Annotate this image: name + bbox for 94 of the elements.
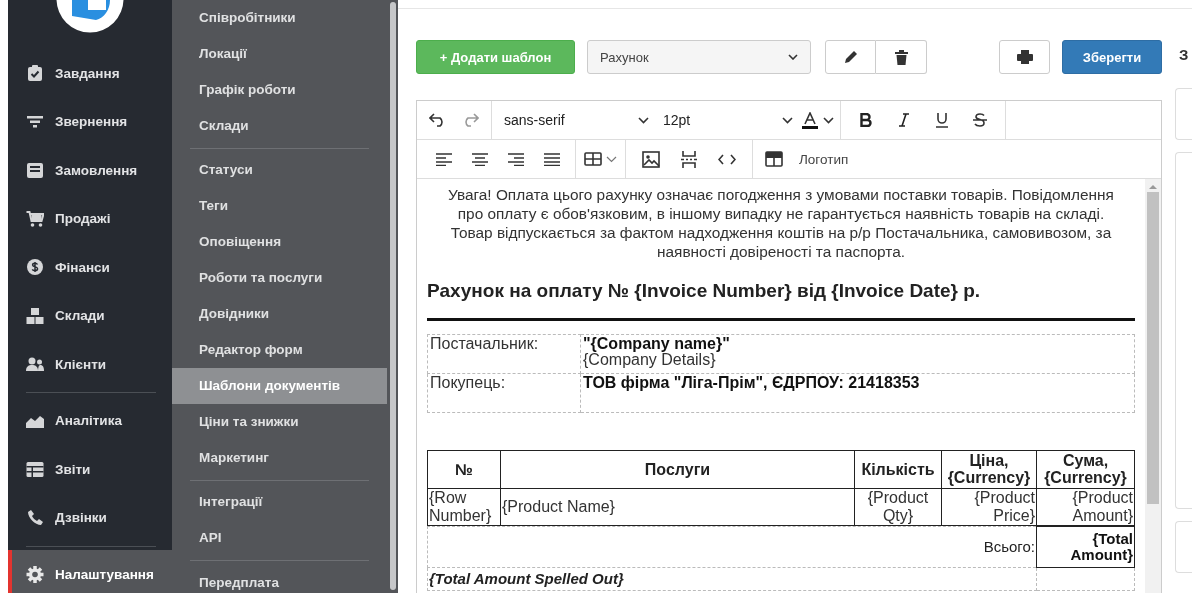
sidebar-item[interactable]: Склади (8, 291, 172, 340)
filter-icon (26, 115, 44, 128)
submenu-item[interactable]: Теги (172, 188, 387, 225)
sidebar-item[interactable]: Налаштування (8, 550, 172, 593)
logo-button[interactable]: Логотип (765, 145, 849, 173)
boxes-icon (26, 307, 44, 324)
chevron-down-icon (788, 54, 798, 60)
users-icon (26, 357, 44, 372)
panel-card (1175, 521, 1192, 573)
submenu-item[interactable]: Роботи та послуги (172, 260, 387, 297)
submenu-item[interactable]: Редактор форм (172, 332, 387, 369)
party-value: ТОВ фірма "Ліга-Прім", ЄДРПОУ: 21418353 (583, 374, 921, 391)
panel-card (1175, 88, 1192, 140)
submenu-item[interactable]: Оповіщення (172, 224, 387, 261)
text-color-icon (801, 111, 819, 129)
italic-icon (899, 113, 909, 127)
column-header: № (427, 450, 501, 489)
underline-icon (936, 112, 948, 128)
invoice-title: Рахунок на оплату № {Invoice Number} від {Invoice Date} р. (427, 281, 982, 301)
submenu-item[interactable]: Маркетинг (172, 440, 387, 477)
submenu-item[interactable]: Співробітники (172, 0, 387, 36)
table-icon (584, 152, 602, 166)
pencil-icon (842, 49, 859, 65)
submenu-item[interactable]: Довідники (172, 296, 387, 333)
layout-block-icon (765, 151, 783, 167)
submenu-item[interactable]: Шаблони документів (172, 368, 387, 405)
phone-icon (26, 509, 44, 526)
submenu-item[interactable]: API (172, 520, 387, 557)
sidebar-item[interactable]: Звернення (8, 97, 172, 146)
bold-icon (860, 113, 872, 127)
column-header: Сума, {Currency} (1036, 450, 1135, 489)
page-break-icon (681, 150, 697, 168)
submenu-item[interactable]: Передплата (172, 564, 387, 593)
total-value: {Total Amount} (1036, 526, 1135, 568)
party-label: Покупець: (430, 373, 506, 391)
table-cell: {Product Qty} (854, 488, 942, 526)
inbox-icon (26, 162, 44, 178)
area-chart-icon (26, 413, 44, 428)
sidebar-item[interactable]: Клієнти (8, 340, 172, 389)
chevron-down-icon (823, 116, 834, 124)
sidebar-item[interactable]: Фінанси (8, 243, 172, 292)
column-header: Ціна, {Currency} (941, 450, 1037, 489)
total-label: Всього: (983, 538, 1035, 556)
sidebar-item[interactable]: Дзвінки (8, 493, 172, 542)
submenu-item[interactable]: Статуси (172, 152, 387, 189)
scrollbar[interactable] (1145, 179, 1161, 593)
chevron-down-icon (782, 116, 793, 124)
print-button[interactable] (999, 40, 1050, 74)
gear-icon (26, 565, 44, 583)
submenu-item[interactable]: Локації (172, 36, 387, 72)
scroll-up-icon (1149, 184, 1157, 189)
chevron-down-icon (638, 116, 649, 124)
table-cell: {Product Price} (941, 488, 1037, 526)
table-cell: {Product Name} (500, 488, 855, 526)
column-header: Кількість (854, 450, 942, 489)
amount-in-words: {Total Amount Spelled Out} (429, 570, 624, 588)
edit-button[interactable] (825, 40, 876, 74)
table-cell: {Product Amount} (1036, 488, 1135, 526)
dollar-coin-icon (26, 259, 44, 276)
scrollbar-thumb[interactable] (389, 2, 396, 590)
sidebar-item[interactable]: Замовлення (8, 146, 172, 195)
notice-paragraph: Увага! Оплата цього рахунку означає погодження з умовами поставки товарів. Повідомлення про оплату є обов'язковим, в іншому випадку не гарантується наявність товарів на складі. Товар відпускається за фактом надходження коштів на р/р Постачальника, самовивозом, за наявності довіреності та паспорта. (447, 185, 1115, 261)
cart-icon (26, 210, 44, 227)
submenu-item[interactable]: Ціни та знижки (172, 404, 387, 441)
template-select[interactable]: Рахунок (587, 40, 811, 74)
clipboard-check-icon (26, 65, 44, 82)
font-family-select[interactable]: sans-serif (498, 106, 655, 134)
align-center-icon (472, 152, 488, 166)
save-button[interactable]: Зберегти (1062, 40, 1162, 74)
sidebar-item[interactable]: Продажі (8, 194, 172, 243)
delete-button[interactable] (876, 40, 927, 74)
justify-icon (544, 152, 560, 166)
sidebar-item[interactable]: Аналітика (8, 396, 172, 445)
party-label: Постачальник: (430, 334, 539, 352)
submenu-item[interactable]: Склади (172, 108, 387, 144)
submenu-item[interactable]: Графік роботи (172, 72, 387, 108)
sidebar-item[interactable]: Завдання (8, 49, 172, 98)
party-value: "{Company name}" (583, 335, 731, 352)
strikethrough-icon (973, 113, 987, 127)
table-icon (26, 461, 44, 477)
chevron-down-icon (606, 155, 617, 163)
image-icon (642, 150, 660, 168)
sidebar-item[interactable]: Звіти (8, 445, 172, 494)
panel-title: З (1178, 45, 1190, 65)
align-left-icon (436, 152, 452, 166)
code-icon (718, 153, 736, 165)
submenu-item[interactable]: Інтеграції (172, 484, 387, 521)
column-header: Послуги (500, 450, 855, 489)
party-value: {Company Details} (583, 351, 716, 368)
align-right-icon (508, 152, 524, 166)
table-cell: {Row Number} (427, 488, 501, 526)
font-size-select[interactable]: 12pt (657, 106, 799, 134)
logo-icon[interactable] (56, 0, 124, 33)
trash-icon (894, 49, 908, 65)
